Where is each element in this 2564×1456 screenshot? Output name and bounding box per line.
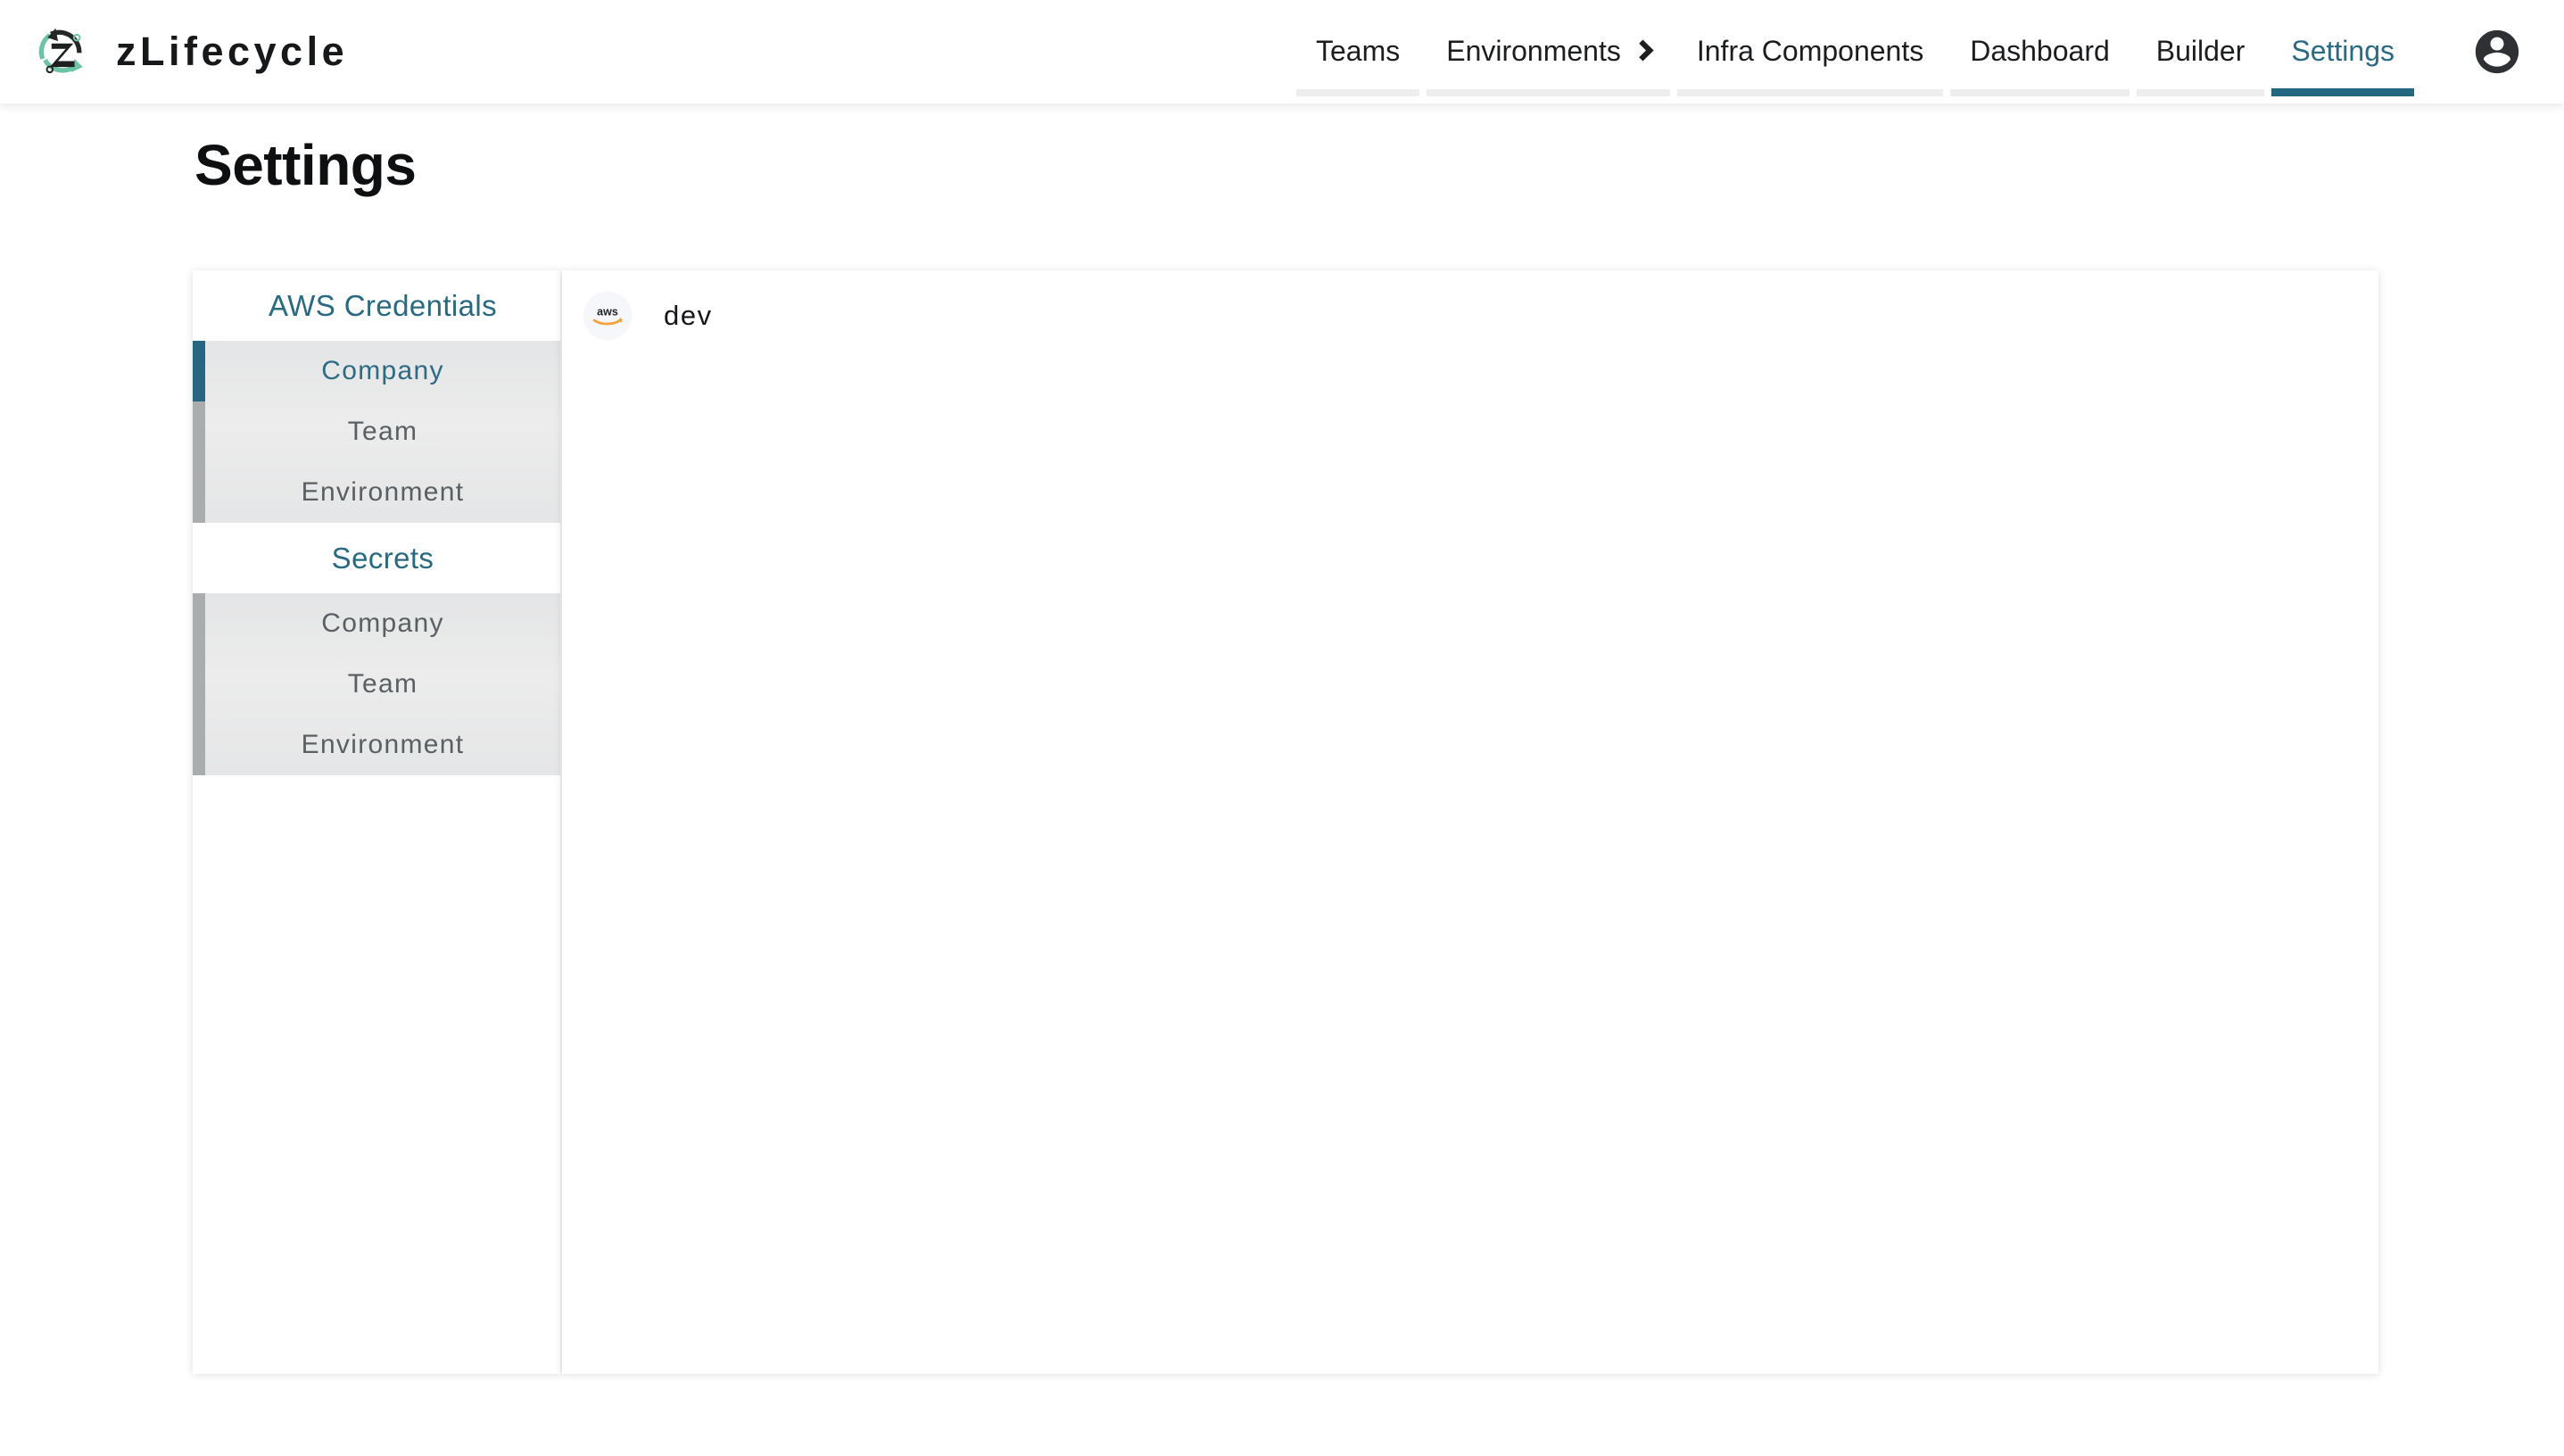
brand-logo-link[interactable]: zLifecycle [0,0,348,103]
chevron-right-icon [1632,39,1654,62]
top-navigation-bar: zLifecycle Teams Environments Infra Comp… [0,0,2564,103]
nav-item-settings[interactable]: Settings [2268,0,2418,103]
sidebar-group-secrets[interactable]: Secrets [193,523,560,593]
sidebar-item-aws-company[interactable]: Company [193,341,560,401]
svg-text:aws: aws [597,306,618,318]
nav-item-label: Settings [2291,35,2394,67]
settings-content-panel: aws dev [562,270,2378,1374]
sidebar-item-label: Team [347,417,418,446]
sidebar-item-label: Environment [301,477,465,507]
nav-item-label: Dashboard [1970,35,2110,67]
nav-item-label: Environments [1446,35,1621,67]
sidebar-item-label: Company [321,608,444,638]
nav-item-environments[interactable]: Environments [1423,0,1674,103]
sidebar-group-aws-credentials[interactable]: AWS Credentials [193,270,560,341]
nav-item-builder[interactable]: Builder [2133,0,2269,103]
sidebar-group-label: Secrets [331,541,434,575]
brand-name: zLifecycle [116,29,349,74]
sidebar-item-label: Environment [301,730,465,759]
aws-logo-glyph: aws [592,306,623,326]
sidebar-group-items-secrets: Company Team Environment [193,593,560,775]
sidebar-item-secrets-company[interactable]: Company [193,593,560,654]
settings-sidebar: AWS Credentials Company Team Environment… [193,270,560,1374]
sidebar-group-items-aws-credentials: Company Team Environment [193,341,560,523]
nav-item-dashboard[interactable]: Dashboard [1947,0,2133,103]
sidebar-item-secrets-environment[interactable]: Environment [193,715,560,775]
aws-logo-icon: aws [583,292,632,340]
primary-nav: Teams Environments Infra Components Dash… [1293,0,2418,103]
credential-name: dev [664,300,713,331]
sidebar-item-label: Company [321,356,444,385]
nav-item-label: Builder [2155,35,2246,67]
zlifecycle-recycle-logo-icon [38,28,83,74]
sidebar-item-label: Team [347,669,418,699]
nav-item-teams[interactable]: Teams [1293,0,1423,103]
settings-panels: AWS Credentials Company Team Environment… [193,270,2378,1374]
nav-item-label: Infra Components [1696,35,1924,67]
sidebar-item-secrets-team[interactable]: Team [193,654,560,715]
account-menu-button[interactable] [2418,0,2564,103]
page-title: Settings [194,133,417,197]
sidebar-item-aws-environment[interactable]: Environment [193,462,560,523]
account-circle-icon [2475,29,2519,74]
nav-item-label: Teams [1315,35,1401,67]
credential-list-item[interactable]: aws dev [562,270,2378,340]
sidebar-group-label: AWS Credentials [268,288,498,322]
sidebar-item-aws-team[interactable]: Team [193,401,560,462]
nav-item-infra-components[interactable]: Infra Components [1674,0,1947,103]
